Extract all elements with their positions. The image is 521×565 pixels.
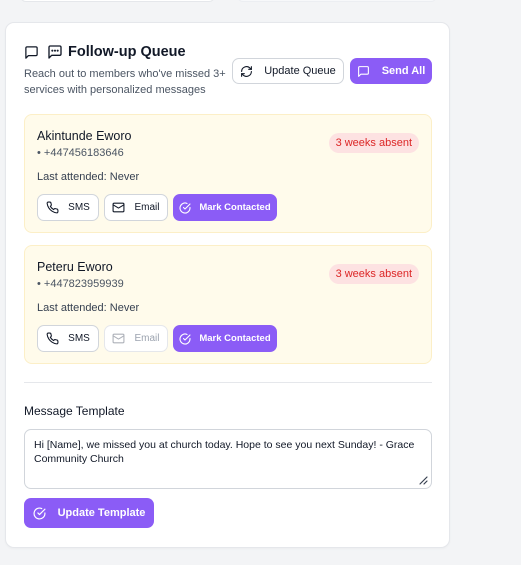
sms-label: SMS bbox=[68, 202, 90, 213]
sms-button[interactable]: SMS bbox=[37, 325, 99, 352]
update-template-button[interactable]: Update Template bbox=[24, 498, 154, 528]
mark-contacted-button[interactable]: Mark Contacted bbox=[173, 194, 277, 221]
previous-card-edge bbox=[237, 0, 437, 2]
member-actions: SMS Email Mark Contacted bbox=[37, 325, 282, 352]
message-template-text: Hi [Name], we missed you at church today… bbox=[34, 439, 415, 465]
email-label: Email bbox=[134, 202, 160, 213]
divider bbox=[24, 382, 432, 383]
subtitle: Reach out to members who've missed 3+ se… bbox=[24, 68, 226, 96]
update-template-label: Update Template bbox=[57, 507, 146, 519]
member-actions: SMS Email Mark Contacted bbox=[37, 194, 282, 221]
message-template-textarea[interactable]: Hi [Name], we missed you at church today… bbox=[24, 429, 432, 489]
last-attended: Last attended: Never bbox=[37, 302, 140, 314]
check-circle-icon bbox=[33, 507, 46, 519]
member-card: Akintunde Eworo • +447456183646 3 weeks … bbox=[24, 114, 432, 233]
message-square-icon bbox=[357, 65, 369, 77]
check-circle-icon bbox=[179, 332, 191, 345]
card-header: Follow-up Queue Reach out to members who… bbox=[24, 43, 432, 103]
phone-icon bbox=[46, 332, 59, 345]
absence-badge: 3 weeks absent bbox=[328, 133, 419, 153]
sms-button[interactable]: SMS bbox=[37, 194, 99, 221]
sms-label: SMS bbox=[68, 333, 90, 344]
message-dots-icon bbox=[48, 45, 62, 59]
member-phone: • +447456183646 bbox=[37, 147, 124, 159]
mark-contacted-label: Mark Contacted bbox=[199, 202, 271, 213]
resize-handle-icon[interactable] bbox=[418, 475, 428, 485]
email-button[interactable]: Email bbox=[104, 194, 168, 221]
member-name: Peteru Eworo bbox=[37, 260, 113, 274]
mail-icon bbox=[113, 202, 125, 213]
page-title: Follow-up Queue bbox=[68, 44, 186, 60]
absence-badge: 3 weeks absent bbox=[328, 264, 419, 284]
send-all-label: Send All bbox=[381, 65, 426, 77]
member-card: Peteru Eworo • +447823959939 3 weeks abs… bbox=[24, 245, 432, 364]
previous-card-edge bbox=[20, 0, 215, 2]
refresh-icon bbox=[241, 65, 253, 77]
follow-up-queue-card: Follow-up Queue Reach out to members who… bbox=[5, 22, 450, 548]
message-square-icon bbox=[25, 45, 38, 59]
member-phone: • +447823959939 bbox=[37, 278, 124, 290]
send-all-button[interactable]: Send All bbox=[350, 58, 432, 84]
email-button[interactable]: Email bbox=[104, 325, 168, 352]
mark-contacted-label: Mark Contacted bbox=[199, 333, 271, 344]
message-template-label: Message Template bbox=[24, 404, 125, 418]
email-label: Email bbox=[134, 333, 160, 344]
last-attended: Last attended: Never bbox=[37, 171, 140, 183]
mail-icon bbox=[113, 333, 125, 344]
phone-icon bbox=[46, 201, 59, 214]
update-queue-button[interactable]: Update Queue bbox=[232, 58, 344, 84]
check-circle-icon bbox=[179, 201, 191, 214]
update-queue-label: Update Queue bbox=[264, 65, 336, 77]
member-name: Akintunde Eworo bbox=[37, 129, 132, 143]
mark-contacted-button[interactable]: Mark Contacted bbox=[173, 325, 277, 352]
